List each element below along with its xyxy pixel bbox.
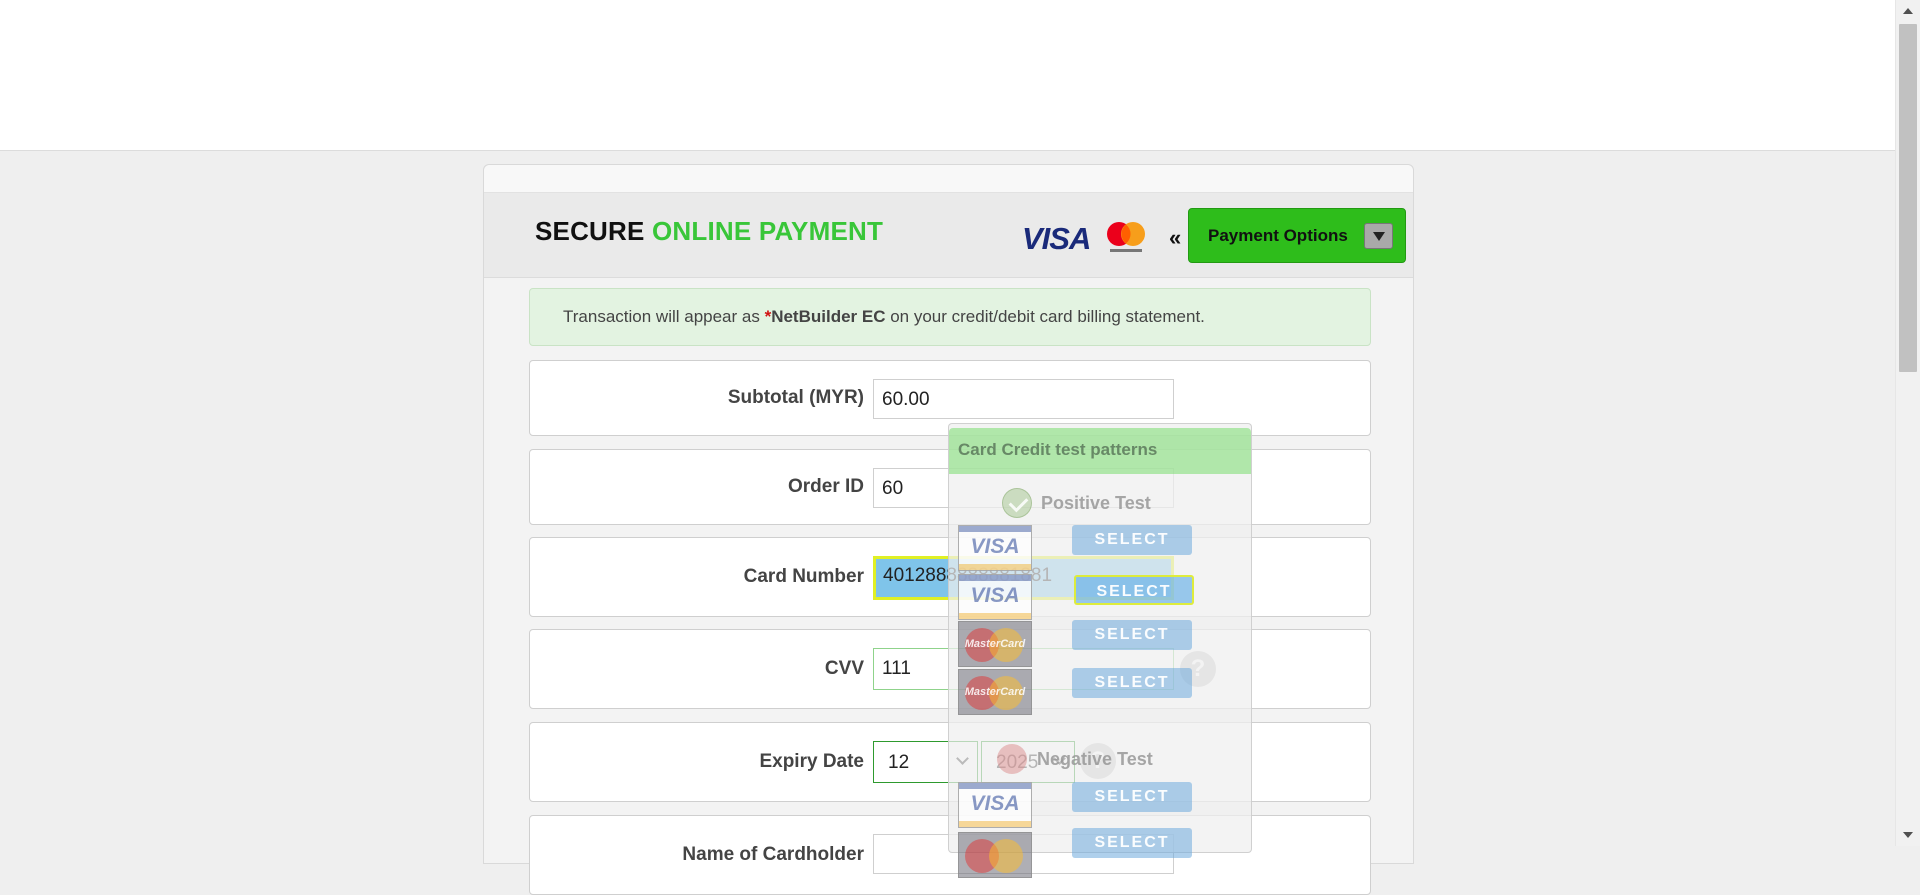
expiry-label: Expiry Date: [759, 751, 864, 772]
title-word-secure: SECURE: [535, 216, 645, 246]
mastercard-logo: [1107, 222, 1145, 252]
card-number-label: Card Number: [743, 566, 864, 587]
notice-prefix: Transaction will appear as: [563, 307, 765, 326]
chevron-down-icon[interactable]: [1364, 223, 1393, 249]
visa-card-icon: VISA: [958, 782, 1032, 828]
page-title: SECURE ONLINE PAYMENT: [535, 216, 883, 247]
payment-options-button[interactable]: Payment Options: [1188, 208, 1406, 263]
check-icon: [1002, 488, 1032, 518]
mastercard-card-icon: [958, 832, 1032, 878]
positive-test-label: Positive Test: [1041, 493, 1151, 513]
negative-test-label: Negative Test: [1037, 749, 1153, 769]
scroll-up-icon[interactable]: [1903, 8, 1913, 14]
order-id-label: Order ID: [787, 476, 864, 497]
test-pattern-title: Card Credit test patterns: [949, 428, 1251, 474]
select-negative-mastercard[interactable]: SELECT: [1072, 828, 1192, 858]
mastercard-card-icon: MasterCard: [958, 669, 1032, 715]
mastercard-card-icon: MasterCard: [958, 621, 1032, 667]
notice-merchant: NetBuilder EC: [771, 307, 886, 326]
mastercard-card-text: MasterCard: [964, 686, 1026, 698]
visa-card-text: VISA: [970, 584, 1020, 607]
select-negative-visa[interactable]: SELECT: [1072, 782, 1192, 812]
cvv-label: CVV: [824, 658, 864, 679]
guillemet-separator: «: [1169, 225, 1182, 250]
subtotal-label: Subtotal (MYR): [727, 387, 864, 408]
cross-icon: [997, 744, 1027, 774]
notice-suffix: on your credit/debit card billing statem…: [885, 307, 1205, 326]
select-positive-visa-2[interactable]: SELECT: [1074, 575, 1194, 605]
select-positive-mastercard-2[interactable]: SELECT: [1072, 668, 1192, 698]
visa-logo: VISA: [1022, 221, 1091, 256]
scrollbar-thumb[interactable]: [1899, 24, 1917, 372]
title-word-online-payment: ONLINE PAYMENT: [652, 216, 884, 246]
select-positive-mastercard-1[interactable]: SELECT: [1072, 620, 1192, 650]
billing-notice: Transaction will appear as *NetBuilder E…: [529, 288, 1371, 346]
select-positive-visa-1[interactable]: SELECT: [1072, 525, 1192, 555]
visa-card-icon: VISA: [958, 574, 1032, 620]
test-pattern-panel: Card Credit test patterns Positive Test …: [948, 423, 1252, 878]
visa-card-text: VISA: [970, 535, 1020, 558]
subtotal-field[interactable]: 60.00: [873, 379, 1174, 419]
scroll-down-icon[interactable]: [1903, 832, 1913, 838]
page-scrollbar[interactable]: [1895, 0, 1920, 846]
mastercard-card-text: MasterCard: [964, 638, 1026, 650]
panel-top-strip: [484, 165, 1413, 193]
visa-card-text: VISA: [970, 792, 1020, 815]
panel-header: SECURE ONLINE PAYMENT VISA « Payment Opt…: [484, 193, 1413, 278]
top-banner: [0, 0, 1895, 151]
expiry-month-value: 12: [888, 752, 910, 773]
visa-card-icon: VISA: [958, 525, 1032, 571]
cardholder-name-label: Name of Cardholder: [682, 844, 864, 865]
payment-options-label: Payment Options: [1208, 225, 1348, 245]
